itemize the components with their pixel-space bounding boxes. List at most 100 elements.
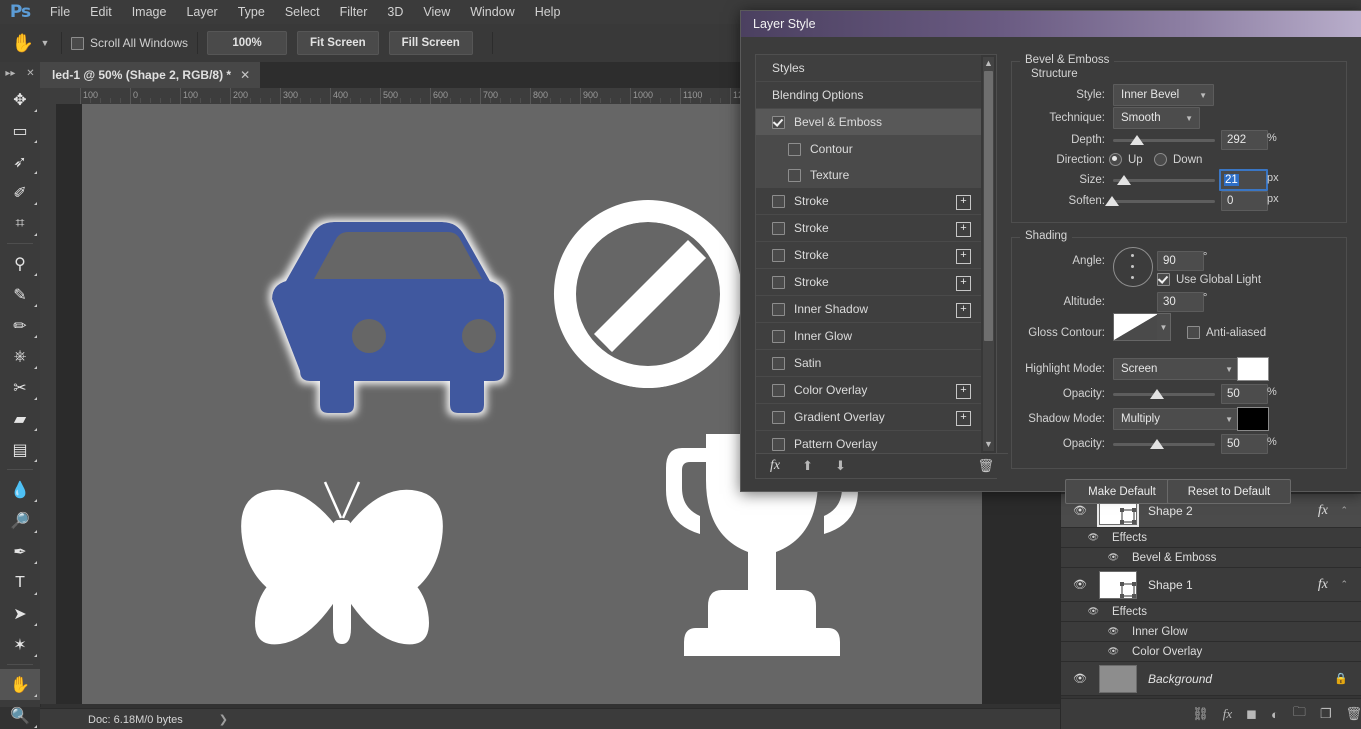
checkbox-box[interactable] xyxy=(772,221,785,235)
fx-icon[interactable]: fx xyxy=(770,458,780,474)
fx-icon[interactable]: fx xyxy=(1318,503,1328,519)
chevron-up-icon[interactable]: ⌃ xyxy=(1340,579,1348,590)
close-icon[interactable]: ✕ xyxy=(26,68,34,79)
eye-icon[interactable]: 👁 xyxy=(1061,672,1099,685)
checkbox-box[interactable] xyxy=(788,142,801,156)
style-list-item-stroke[interactable]: Stroke xyxy=(756,215,981,242)
blur-tool[interactable]: 💧 xyxy=(0,474,40,505)
styles-list-scrollbar[interactable]: ▲ ▼ xyxy=(983,57,994,451)
chevron-down-icon[interactable]: ▼ xyxy=(38,38,52,48)
fit-screen-button[interactable]: Fit Screen xyxy=(297,31,379,55)
style-list-item-gradient-overlay[interactable]: Gradient Overlay xyxy=(756,404,981,431)
dodge-tool[interactable]: 🔎 xyxy=(0,505,40,536)
close-icon[interactable]: ✕ xyxy=(240,68,250,82)
hand-tool-icon[interactable]: ✋ xyxy=(8,29,38,57)
add-effect-icon[interactable]: + xyxy=(956,384,971,399)
eye-icon[interactable]: 👁 xyxy=(1061,552,1123,563)
effect-row[interactable]: 👁 Color Overlay xyxy=(1061,642,1361,662)
technique-select[interactable]: Smooth ▼ xyxy=(1113,107,1200,129)
angle-dial[interactable] xyxy=(1113,247,1153,287)
eye-icon[interactable]: 👁 xyxy=(1061,626,1123,637)
hand-tool[interactable]: ✋ xyxy=(0,669,40,700)
checkbox-box[interactable] xyxy=(772,410,785,424)
direction-down-radio[interactable]: Down xyxy=(1154,153,1202,166)
pen-tool[interactable]: ✒ xyxy=(0,536,40,567)
scrollbar-thumb[interactable] xyxy=(984,71,993,341)
style-select[interactable]: Inner Bevel ▼ xyxy=(1113,84,1214,106)
gradient-tool[interactable]: ▤ xyxy=(0,434,40,465)
menu-item-help[interactable]: Help xyxy=(525,0,571,24)
eye-icon[interactable]: 👁 xyxy=(1061,504,1099,517)
scroll-all-windows-checkbox[interactable]: Scroll All Windows xyxy=(71,36,188,50)
menu-item-image[interactable]: Image xyxy=(122,0,177,24)
styles-list[interactable]: Styles Blending Options Bevel & Emboss Cont… xyxy=(756,55,981,453)
collapse-icon[interactable]: ▸▸ xyxy=(5,68,15,79)
layer-thumbnail[interactable] xyxy=(1099,664,1137,693)
adjustment-layer-icon[interactable]: ◐ xyxy=(1271,707,1279,722)
menu-item-window[interactable]: Window xyxy=(460,0,524,24)
style-list-item-satin[interactable]: Satin xyxy=(756,350,981,377)
add-effect-icon[interactable]: + xyxy=(956,276,971,291)
crop-tool[interactable]: ⌗ xyxy=(0,208,40,239)
add-effect-icon[interactable]: + xyxy=(956,195,971,210)
type-tool[interactable]: T xyxy=(0,567,40,598)
rectangular-marquee-tool[interactable]: ▭ xyxy=(0,115,40,146)
lasso-tool[interactable]: ➶ xyxy=(0,146,40,177)
menu-item-file[interactable]: File xyxy=(40,0,80,24)
depth-input[interactable]: 292 xyxy=(1221,130,1268,150)
effect-row[interactable]: 👁 Bevel & Emboss xyxy=(1061,548,1361,568)
style-list-item-stroke[interactable]: Stroke xyxy=(756,269,981,296)
checkbox-box[interactable] xyxy=(772,437,785,451)
layer-row[interactable]: 👁 Background 🔒 xyxy=(1061,662,1361,696)
style-list-item-inner-glow[interactable]: Inner Glow xyxy=(756,323,981,350)
style-list-item-blending-options[interactable]: Blending Options xyxy=(756,82,981,109)
menu-item-edit[interactable]: Edit xyxy=(80,0,122,24)
shadow-opacity-input[interactable]: 50 xyxy=(1221,434,1268,454)
size-slider-knob[interactable] xyxy=(1117,175,1131,185)
eye-icon[interactable]: 👁 xyxy=(1061,646,1123,657)
add-effect-icon[interactable]: + xyxy=(956,222,971,237)
direction-up-radio[interactable]: Up xyxy=(1109,153,1143,166)
size-input[interactable]: 21 xyxy=(1219,169,1268,191)
shape-tool[interactable]: ✶ xyxy=(0,629,40,660)
arrow-down-icon[interactable]: ⬇ xyxy=(835,458,846,474)
eye-icon[interactable]: 👁 xyxy=(1061,606,1103,617)
gloss-contour-dropdown[interactable]: ▼ xyxy=(1157,313,1171,341)
gloss-contour-preview[interactable] xyxy=(1113,313,1159,341)
shadow-color-swatch[interactable] xyxy=(1237,407,1269,431)
menu-item-select[interactable]: Select xyxy=(275,0,330,24)
clone-stamp-tool[interactable]: ⎈ xyxy=(0,341,40,372)
document-tab[interactable]: led-1 @ 50% (Shape 2, RGB/8) * ✕ xyxy=(40,62,261,88)
anti-aliased-checkbox[interactable]: Anti-aliased xyxy=(1187,326,1266,339)
reset-to-default-button[interactable]: Reset to Default xyxy=(1167,479,1291,504)
status-expand-icon[interactable]: ❯ xyxy=(219,713,228,726)
effects-row[interactable]: 👁 Effects xyxy=(1061,528,1361,548)
zoom-tool[interactable]: 🔍 xyxy=(0,700,40,729)
fill-screen-button[interactable]: Fill Screen xyxy=(388,31,473,55)
add-mask-icon[interactable]: ◼ xyxy=(1246,706,1257,722)
style-list-item-color-overlay[interactable]: Color Overlay xyxy=(756,377,981,404)
new-group-icon[interactable]: 🗀 xyxy=(1293,703,1306,725)
checkbox-box[interactable] xyxy=(772,356,785,370)
trash-icon[interactable]: 🗑 xyxy=(977,458,994,474)
add-effect-icon[interactable]: + xyxy=(956,249,971,264)
scroll-down-icon[interactable]: ▼ xyxy=(983,438,994,451)
depth-slider-knob[interactable] xyxy=(1130,135,1144,145)
highlight-mode-select[interactable]: Screen ▼ xyxy=(1113,358,1240,380)
eyedropper-tool[interactable]: ⚲ xyxy=(0,248,40,279)
angle-input[interactable]: 90 xyxy=(1157,251,1204,271)
history-brush-tool[interactable]: ✂ xyxy=(0,372,40,403)
eye-icon[interactable]: 👁 xyxy=(1061,578,1099,591)
depth-slider[interactable] xyxy=(1113,139,1215,142)
effects-row[interactable]: 👁 Effects xyxy=(1061,602,1361,622)
soften-slider[interactable] xyxy=(1113,200,1215,203)
shadow-mode-select[interactable]: Multiply ▼ xyxy=(1113,408,1240,430)
checkbox-box[interactable] xyxy=(772,275,785,289)
checkbox-box[interactable] xyxy=(772,302,785,316)
eraser-tool[interactable]: ▰ xyxy=(0,403,40,434)
zoom-100-button[interactable]: 100% xyxy=(207,31,288,55)
doc-info-label[interactable]: Doc: 6.18M/0 bytes xyxy=(88,714,183,726)
healing-brush-tool[interactable]: ✎ xyxy=(0,279,40,310)
altitude-input[interactable]: 30 xyxy=(1157,292,1204,312)
style-list-item-stroke[interactable]: Stroke xyxy=(756,188,981,215)
